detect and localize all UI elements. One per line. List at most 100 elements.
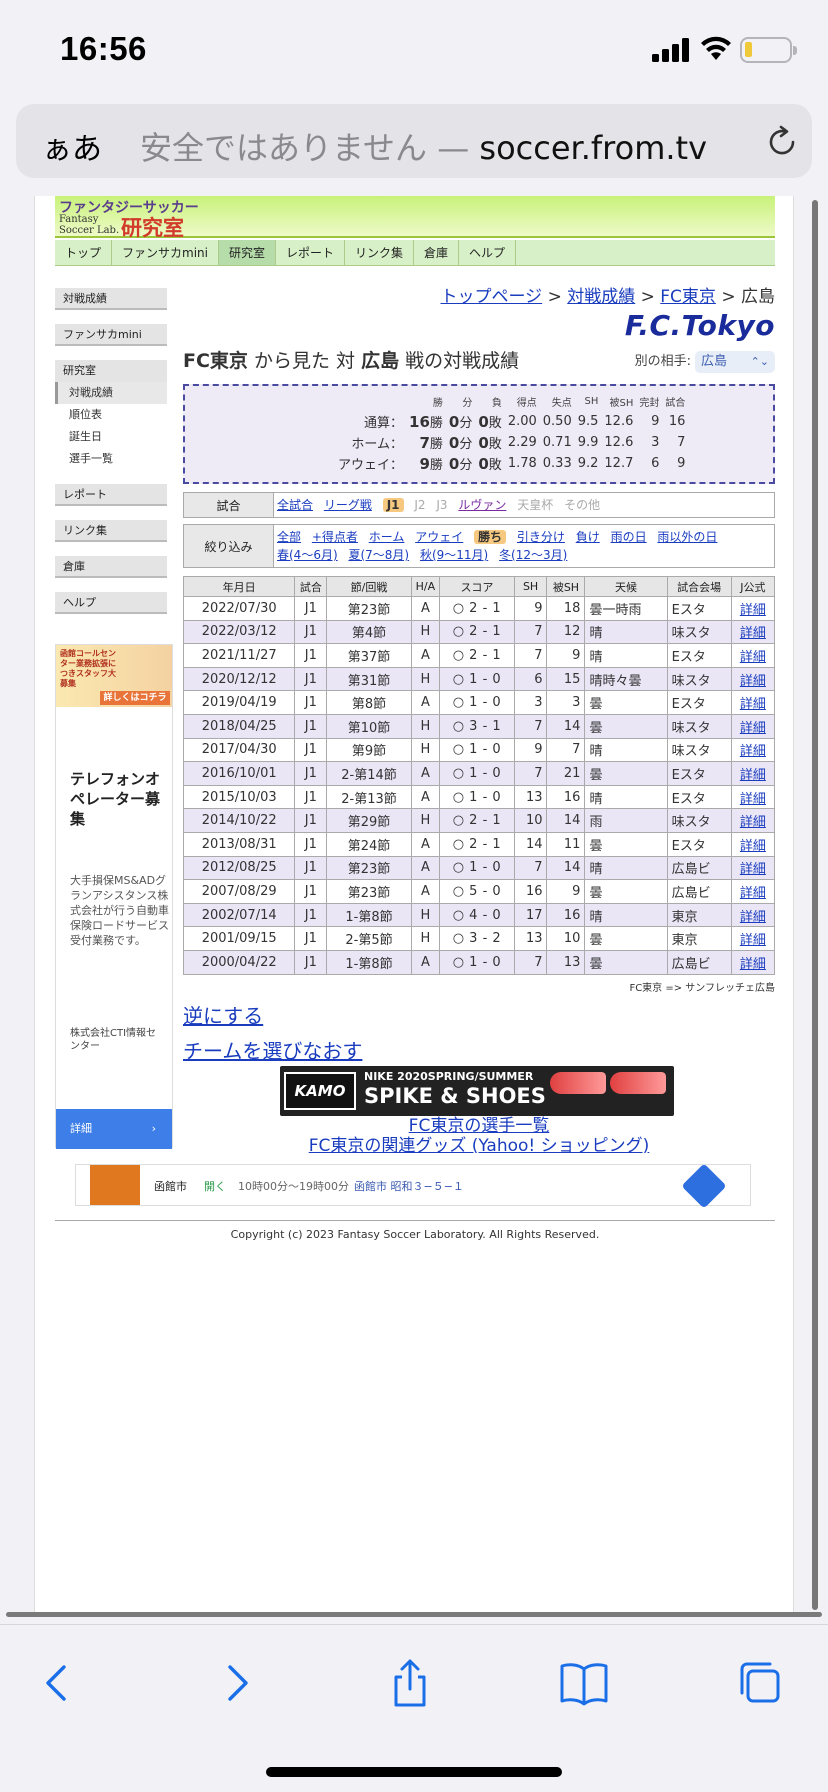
site-banner[interactable]: ファンタジーサッカー Fantasy Soccer Lab. 研究室 [55,196,775,240]
forward-icon[interactable] [208,1655,264,1711]
sidebar-item-help[interactable]: ヘルプ [55,592,167,614]
filter-option[interactable]: 全部 [277,530,301,544]
detail-link[interactable]: 詳細 [740,957,766,972]
filter-option[interactable]: 秋(9〜11月) [420,548,488,562]
sidebar-item-record[interactable]: 対戦成績 [55,288,167,310]
table-cell: 東京 [666,902,732,928]
table-cell: 7 [513,761,548,786]
filter-option[interactable]: ホーム [369,530,405,544]
map-ad[interactable]: 函館市 開く 10時00分〜19時00分 函館市 昭和３−５−１ [75,1163,751,1209]
detail-link[interactable]: 詳細 [740,768,766,783]
detail-link[interactable]: 詳細 [740,674,766,689]
opponent-select[interactable]: 広島 ⌃⌄ [695,351,775,373]
related-links: FC東京の選手一覧 FC東京の関連グッズ (Yahoo! ショッピング) [183,1116,775,1156]
tabs-icon[interactable] [732,1655,788,1711]
ad-image[interactable]: 函館コールセンター業務拡張につきスタッフ大募集 詳しくはコチラ [56,645,172,707]
sidebar-item-storage[interactable]: 倉庫 [55,556,167,578]
ad-more-button[interactable]: 詳しくはコチラ [100,691,170,705]
topnav-item[interactable]: レポート [276,240,346,265]
summary-header: 被SH [609,398,634,409]
table-row: 2001/09/15 J1 2-第5節 H ○ 3 - 2 13 10 曇東京 詳細 [182,926,776,951]
summary-header [335,394,406,411]
reader-options-button[interactable]: ぁあ [42,124,102,168]
sidebar-subitem-birthday[interactable]: 誕生日 [55,426,167,448]
summary-row: アウェイ： 9勝 0分 0敗 1.78 0.33 9.2 12.7 6 9 [338,455,686,473]
ad-title[interactable]: テレフォンオペレーター募集 [70,769,170,829]
sidebar-item-links[interactable]: リンク集 [55,520,167,542]
breadcrumb-team-link[interactable]: FC東京 [660,287,716,307]
summary-header: 勝 [432,398,443,409]
topnav-item[interactable]: ファンサカmini [112,240,219,265]
reload-icon[interactable] [764,124,800,160]
topnav-item[interactable]: 研究室 [218,240,276,265]
table-cell: 味スタ [666,713,732,739]
topnav-item[interactable]: 倉庫 [414,240,460,265]
horizontal-scrollbar[interactable] [6,1612,822,1617]
detail-link[interactable]: 詳細 [740,910,766,925]
sidebar-item-lab[interactable]: 研究室 [55,360,167,382]
filter-option[interactable]: 雨の日 [611,530,647,544]
reverse-link[interactable]: 逆にする [183,1000,775,1029]
filter-option[interactable]: リーグ戦 [324,498,372,512]
sidebar-item-report[interactable]: レポート [55,484,167,506]
sidebar-ad[interactable]: 函館コールセンター業務拡張につきスタッフ大募集 詳しくはコチラ テレフォンオペレ… [55,644,173,1149]
address-bar[interactable]: ぁあ 安全ではありません — soccer.from.tv [16,104,812,178]
url-text[interactable]: 安全ではありません — soccer.from.tv [140,123,707,169]
table-cell: 味スタ [666,619,732,645]
summary-table: 勝 分 負 得点 失点 SH 被SH 完封 試合 通算： 16勝 0分 0敗 2.00 0.50 9.5 12.… [335,394,688,474]
detail-link[interactable]: 詳細 [740,792,766,807]
share-icon[interactable] [382,1655,438,1711]
summary-header: 得点 [516,398,537,409]
filter-option[interactable]: +得点者 [312,530,358,544]
vertical-scrollbar[interactable] [812,200,818,1610]
detail-link[interactable]: 詳細 [740,650,766,665]
table-cell: 曇 [584,926,668,951]
topnav-item[interactable]: ヘルプ [459,240,517,265]
detail-link[interactable]: 詳細 [740,626,766,641]
topnav-item[interactable]: トップ [55,240,113,265]
detail-link[interactable]: 詳細 [740,886,766,901]
table-cell: 2002/07/14 [182,902,296,928]
breadcrumb-record-link[interactable]: 対戦成績 [567,287,635,307]
spike-shoes-ad[interactable]: KAMO NIKE 2020SPRING/SUMMER SPIKE & SHOE… [280,1066,674,1116]
detail-link[interactable]: 詳細 [740,933,766,948]
detail-link[interactable]: 詳細 [740,862,766,877]
goods-link[interactable]: FC東京の関連グッズ (Yahoo! ショッピング) [309,1136,650,1156]
sidebar-item-fansaka-mini[interactable]: ファンサカmini [55,324,167,346]
directions-icon[interactable] [681,1163,727,1209]
sidebar-subitem-standings[interactable]: 順位表 [55,404,167,426]
detail-link[interactable]: 詳細 [740,815,766,830]
table-cell: 2015/10/03 [182,784,296,810]
players-link[interactable]: FC東京の選手一覧 [409,1116,550,1136]
detail-link[interactable]: 詳細 [740,721,766,736]
detail-link[interactable]: 詳細 [740,839,766,854]
breadcrumb-top-link[interactable]: トップページ [440,287,542,307]
detail-link[interactable]: 詳細 [740,603,766,618]
filter-option[interactable]: 冬(12〜3月) [499,548,567,562]
topnav-item[interactable]: リンク集 [345,240,415,265]
table-cell: ○ 1 - 0 [439,784,515,810]
table-cell: ○ 2 - 1 [439,596,515,621]
back-icon[interactable] [30,1655,86,1711]
filter-option[interactable]: 夏(7〜8月) [348,548,409,562]
sidebar-subitem-record[interactable]: 対戦成績 [55,382,167,404]
filter-option[interactable]: 雨以外の日 [657,530,717,544]
detail-link[interactable]: 詳細 [740,697,766,712]
table-cell: Eスタ [666,831,732,857]
column-header: スコア [439,576,515,597]
rechoose-team-link[interactable]: チームを選びなおす [183,1035,775,1064]
filter-option[interactable]: 引き分け [517,530,565,544]
table-cell: J1 [294,666,328,692]
detail-link[interactable]: 詳細 [740,744,766,759]
filter-option[interactable]: 全試合 [277,498,313,512]
filter-option[interactable]: ルヴァン [458,498,506,512]
table-cell: 3 [513,690,548,715]
filter-option[interactable]: アウェイ [415,530,463,544]
bookmarks-icon[interactable] [556,1655,612,1711]
ad-detail-button[interactable]: 詳細 › [56,1109,172,1149]
table-row: 2013/08/31 J1 第24節 A ○ 2 - 1 14 11 曇 Eスタ 詳細 [182,831,776,857]
home-indicator [266,1767,562,1777]
filter-option[interactable]: 負け [576,530,600,544]
filter-option[interactable]: 春(4〜6月) [277,548,338,562]
sidebar-subitem-players[interactable]: 選手一覧 [55,448,167,470]
